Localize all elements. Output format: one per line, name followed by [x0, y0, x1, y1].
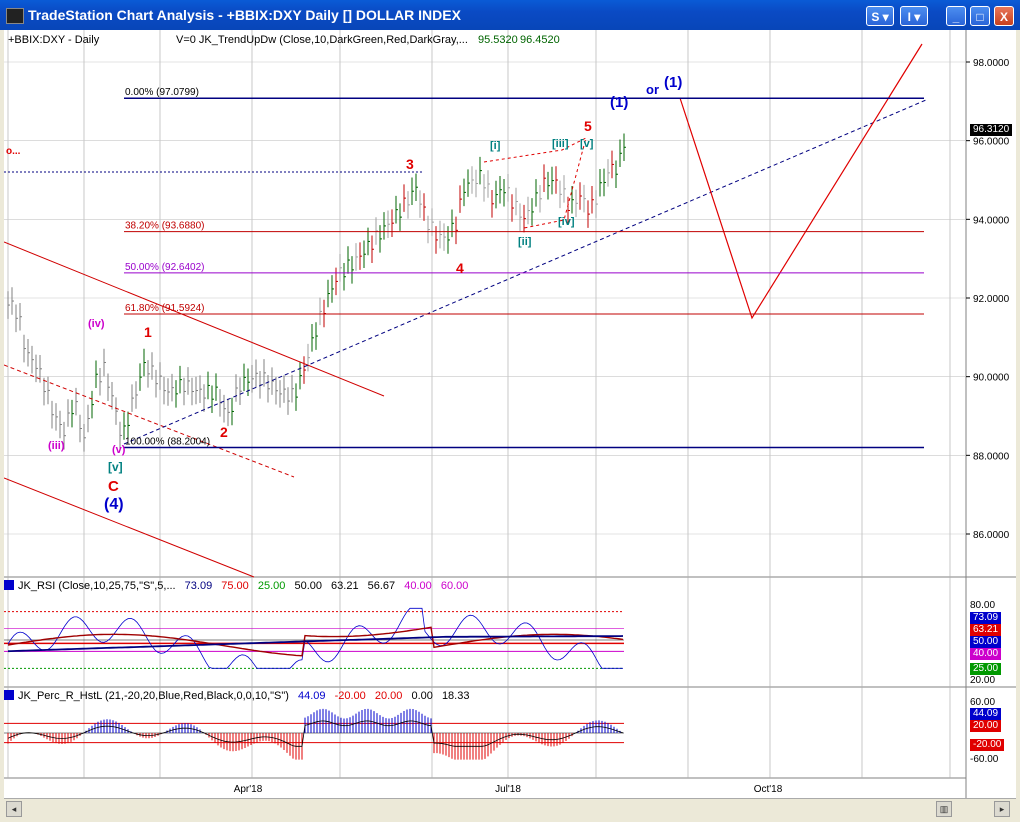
perc-tick-60: 60.00: [970, 697, 996, 708]
horizontal-scrollbar[interactable]: ◂ ▥ ▸: [4, 798, 1016, 819]
price-axis-label: 88.0000: [973, 451, 1010, 462]
chart-canvas[interactable]: 0.00% (97.0799) 38.20% (93.6880) 50.00% (9…: [4, 30, 1016, 798]
rsi-v8: 60.00: [440, 580, 469, 592]
rsi-tag-73: 73.09: [970, 612, 1002, 624]
price-axis-label: 98.0000: [973, 58, 1010, 69]
wave-label-iii: (iii): [48, 440, 65, 452]
s-menu-button[interactable]: S ▾: [866, 6, 894, 26]
perc-header: JK_Perc_R_HstL (21,-20,20,Blue,Red,Black…: [4, 690, 469, 702]
close-button[interactable]: X: [994, 6, 1014, 26]
time-axis-label: Apr'18: [234, 784, 263, 795]
rsi-plot: [4, 607, 624, 669]
wave-label-2: 2: [220, 424, 228, 440]
rsi-v7: 40.00: [404, 580, 432, 592]
rsi-v3: 25.00: [257, 580, 286, 592]
maximize-button[interactable]: □: [970, 6, 990, 26]
fib-label: 38.20% (93.6880): [125, 221, 205, 232]
perc-tag-20: 20.00: [970, 720, 1002, 732]
wave-label-3: 3: [406, 156, 414, 172]
rsi-label: JK_RSI (Close,10,25,75,"S",5,...: [18, 580, 176, 592]
indicator-label: V=0 JK_TrendUpDw (Close,10,DarkGreen,Red…: [176, 34, 468, 46]
fib-levels[interactable]: 0.00% (97.0799) 38.20% (93.6880) 50.00% (9…: [124, 87, 924, 449]
indicator-value-1: 95.5320: [478, 34, 518, 46]
left-edge-mark: o...: [6, 146, 21, 157]
rsi-color-chip: [4, 580, 14, 590]
perc-label: JK_Perc_R_HstL (21,-20,20,Blue,Red,Black…: [18, 690, 289, 702]
rsi-tick-80: 80.00: [970, 600, 996, 611]
wave-label-or: or: [646, 82, 659, 97]
perc-v3: 20.00: [374, 690, 403, 702]
rsi-v1: 73.09: [184, 580, 213, 592]
rsi-line: [7, 607, 623, 669]
scroll-left-arrow-icon[interactable]: ◂: [6, 801, 22, 817]
price-axis-label: 94.0000: [973, 215, 1010, 226]
symbol-label: +BBIX:DXY - Daily: [8, 34, 100, 46]
scroll-thumb[interactable]: ▥: [936, 801, 952, 817]
perc-plot: [4, 708, 624, 760]
rsi-header: JK_RSI (Close,10,25,75,"S",5,... 73.09 7…: [4, 580, 468, 592]
rsi-tick-20: 20.00: [970, 675, 996, 686]
time-axis-label: Oct'18: [754, 784, 783, 795]
grid-lines: [4, 30, 966, 778]
rsi-tag-25: 25.00: [970, 663, 1002, 675]
window-title: TradeStation Chart Analysis - +BBIX:DXY …: [28, 7, 461, 23]
perc-tag-44: 44.09: [970, 708, 1002, 720]
i-menu-button[interactable]: I ▾: [900, 6, 928, 26]
perc-v4: 0.00: [411, 690, 433, 702]
fib-label: 50.00% (92.6402): [125, 262, 205, 273]
perc-color-chip: [4, 690, 14, 700]
blue-trend-dashed[interactable]: [123, 99, 927, 445]
wave-label-bracket-ii: [ii]: [518, 236, 532, 248]
wave-label-C: C: [108, 478, 119, 495]
wave-label-bracket-v2: [v]: [580, 138, 594, 150]
last-price-tag: 96.3120: [970, 124, 1013, 136]
wave-label-4: 4: [456, 260, 464, 276]
time-axis-label: Jul'18: [495, 784, 521, 795]
scroll-right-arrow-icon[interactable]: ▸: [994, 801, 1010, 817]
rsi-v2: 75.00: [221, 580, 249, 592]
wave-label-5: 5: [584, 118, 592, 134]
wave-label-bracket-iii: [iii]: [552, 138, 569, 150]
wave-label-paren-4: (4): [104, 496, 124, 513]
wave-label-paren-1: (1): [610, 94, 629, 111]
rsi-tag-40: 40.00: [970, 648, 1002, 660]
price-axis-label: 86.0000: [973, 530, 1010, 541]
chart-area[interactable]: 0.00% (97.0799) 38.20% (93.6880) 50.00% (9…: [4, 30, 1016, 798]
indicator-value-2: 96.4520: [520, 34, 560, 46]
app-window: TradeStation Chart Analysis - +BBIX:DXY …: [0, 0, 1020, 822]
wave-label-1: 1: [144, 324, 152, 340]
wave-label-v: (v): [112, 444, 126, 456]
fib-label: 100.00% (88.2004): [125, 436, 210, 447]
title-bar[interactable]: TradeStation Chart Analysis - +BBIX:DXY …: [0, 0, 1020, 30]
rsi-tag-63: 63.21: [970, 624, 1002, 636]
fib-label: 0.00% (97.0799): [125, 87, 199, 98]
rsi-v5: 63.21: [331, 580, 359, 592]
perc-tick-neg60: -60.00: [970, 754, 999, 765]
wave-label-or-paren-1: (1): [664, 74, 683, 91]
fib-label: 61.80% (91.5924): [125, 303, 205, 314]
perc-tag-neg20: -20.00: [970, 739, 1005, 751]
minimize-button[interactable]: _: [946, 6, 966, 26]
wave-label-bracket-i: [i]: [490, 140, 501, 152]
rsi-tag-50: 50.00: [970, 636, 1002, 648]
wave-label-iv: (iv): [88, 318, 105, 330]
price-bars: [7, 133, 626, 452]
rsi-v4: 50.00: [294, 580, 322, 592]
perc-v2: -20.00: [334, 690, 366, 702]
perc-v5: 18.33: [441, 690, 470, 702]
projection-path[interactable]: [679, 43, 923, 320]
perc-v1: 44.09: [298, 690, 326, 702]
wave-label-bracket-v: [v]: [108, 460, 123, 474]
price-axis-label: 96.0000: [973, 137, 1010, 148]
time-axis-labels: Apr'18 Jul'18 Oct'18: [234, 784, 783, 795]
price-axis-label: 90.0000: [973, 373, 1010, 384]
rsi-v6: 56.67: [367, 580, 396, 592]
app-icon: [6, 8, 24, 24]
price-axis-label: 92.0000: [973, 294, 1010, 305]
wave-label-bracket-iv: [iv]: [558, 216, 575, 228]
channel-lower-line[interactable]: [4, 477, 255, 578]
